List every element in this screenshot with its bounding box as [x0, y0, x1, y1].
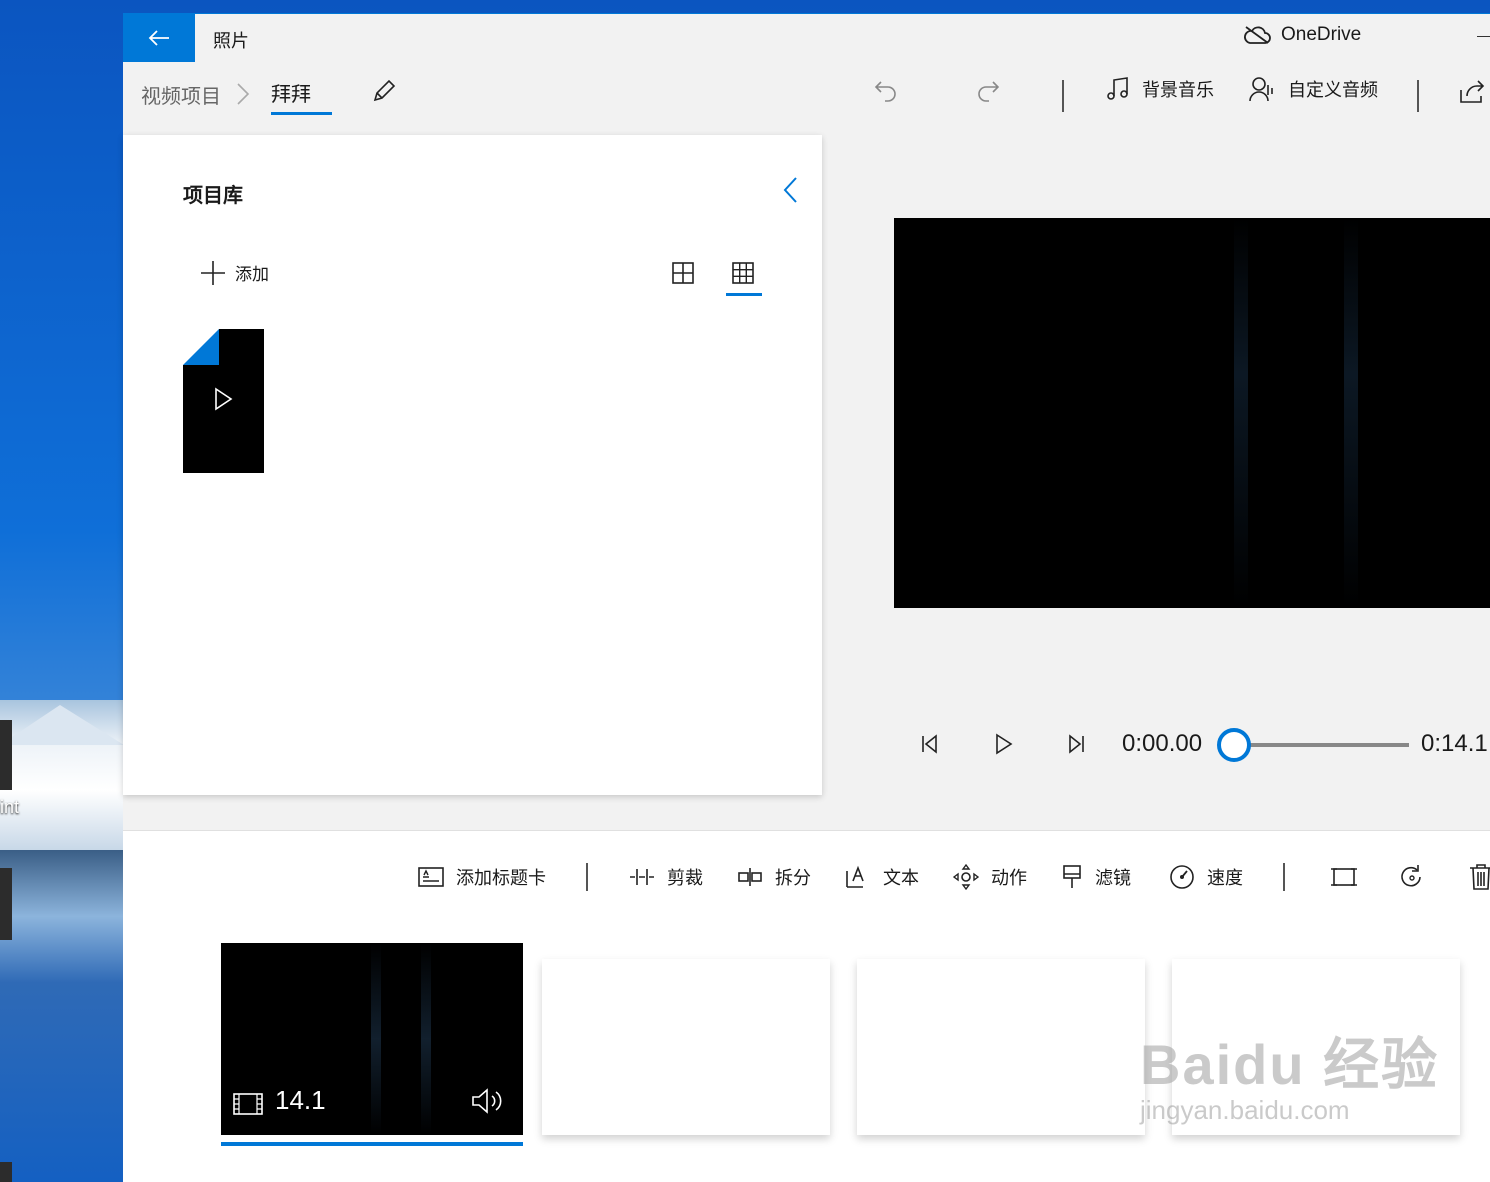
library-media-item[interactable]	[183, 329, 264, 473]
scrubber-track[interactable]	[1234, 743, 1409, 747]
plus-icon	[201, 260, 225, 285]
share-icon[interactable]	[1457, 76, 1487, 106]
current-time: 0:00.00	[1122, 730, 1203, 757]
chevron-right-icon	[237, 83, 250, 105]
minimize-button[interactable]	[1477, 36, 1490, 37]
music-note-icon	[1107, 77, 1128, 100]
pencil-icon	[373, 79, 396, 102]
undo-icon[interactable]	[871, 76, 901, 106]
empty-storyboard-slot[interactable]	[857, 959, 1145, 1135]
large-grid-icon[interactable]	[671, 261, 695, 285]
speedometer-icon	[1170, 865, 1194, 889]
title-card-icon	[418, 867, 444, 887]
filters-button[interactable]: 滤镜	[1061, 857, 1131, 897]
back-button[interactable]	[123, 14, 195, 62]
project-library-panel: 项目库 添加	[123, 135, 822, 795]
desktop-icon-edge[interactable]	[0, 868, 12, 940]
desktop-mountain	[0, 705, 124, 745]
speed-label: 速度	[1207, 868, 1243, 889]
clip-frame-detail	[421, 943, 431, 1135]
project-toolbar: 视频项目 拜拜 背景音乐 自定义音频	[123, 62, 1490, 134]
split-label: 拆分	[775, 868, 811, 889]
clip-duration: 14.1	[275, 1085, 326, 1115]
text-label: 文本	[883, 868, 919, 889]
storyboard-clip[interactable]: 14.1	[221, 943, 523, 1135]
split-button[interactable]: 拆分	[737, 857, 811, 897]
motion-button[interactable]: 动作	[953, 857, 1027, 897]
total-time: 0:14.1	[1421, 730, 1488, 757]
resize-icon[interactable]	[1330, 863, 1358, 891]
breadcrumb-underline	[271, 112, 332, 115]
app-title: 照片	[213, 31, 249, 52]
desktop-lake	[0, 850, 124, 1182]
toolbar-divider	[1062, 80, 1064, 112]
video-preview[interactable]	[894, 218, 1490, 608]
storyboard-toolbar: 添加标题卡 剪裁 拆分 文本 动作 滤镜 速度	[123, 857, 1490, 897]
breadcrumb-root[interactable]: 视频项目	[141, 80, 221, 109]
scrubber-thumb[interactable]	[1217, 728, 1251, 762]
title-bar: 照片 OneDrive	[123, 14, 1490, 62]
trim-icon	[630, 869, 654, 885]
storyboard-divider	[586, 863, 588, 891]
add-title-card-button[interactable]: 添加标题卡	[418, 857, 546, 897]
motion-label: 动作	[991, 868, 1027, 889]
watermark-logo: Baidu 经验	[1140, 1033, 1440, 1096]
redo-icon[interactable]	[973, 76, 1003, 106]
previous-frame-icon[interactable]	[920, 734, 940, 754]
storyboard-divider	[1283, 863, 1285, 891]
volume-icon[interactable]	[471, 1087, 505, 1115]
chevron-left-icon[interactable]	[779, 175, 803, 205]
text-button[interactable]: 文本	[845, 857, 919, 897]
preview-frame-detail	[1344, 218, 1358, 608]
next-frame-icon[interactable]	[1066, 734, 1086, 754]
motion-icon	[953, 864, 979, 890]
paint-brush-icon	[1063, 865, 1081, 888]
back-arrow-icon	[148, 30, 169, 46]
rotate-icon[interactable]	[1398, 863, 1426, 891]
add-media-label: 添加	[235, 265, 269, 285]
desktop-icon-label[interactable]: int	[0, 797, 19, 818]
breadcrumb-current: 拜拜	[271, 82, 311, 106]
film-icon	[233, 1093, 263, 1115]
view-selected-indicator	[726, 293, 762, 296]
clip-selected-indicator	[221, 1142, 523, 1146]
onedrive-status[interactable]: OneDrive	[1243, 24, 1361, 46]
media-added-corner	[183, 329, 219, 365]
clip-frame-detail	[371, 943, 381, 1135]
custom-audio-label: 自定义音频	[1288, 80, 1378, 101]
desktop-icon-edge[interactable]	[0, 720, 12, 790]
add-media-button[interactable]: 添加	[201, 260, 269, 285]
empty-storyboard-slot[interactable]	[542, 959, 830, 1135]
trim-label: 剪裁	[667, 868, 703, 889]
playback-controls: 0:00.00 0:14.1	[894, 714, 1490, 774]
add-title-card-label: 添加标题卡	[456, 868, 546, 889]
background-music-button[interactable]: 背景音乐	[1106, 76, 1214, 102]
preview-frame-detail	[1234, 218, 1248, 608]
trim-button[interactable]: 剪裁	[629, 857, 703, 897]
speed-button[interactable]: 速度	[1169, 857, 1243, 897]
toolbar-divider	[1417, 80, 1419, 112]
filters-label: 滤镜	[1095, 868, 1131, 889]
delete-icon[interactable]	[1467, 863, 1490, 891]
desktop-icon-edge[interactable]	[0, 1162, 12, 1182]
split-icon	[738, 868, 762, 886]
rename-button[interactable]	[369, 76, 399, 106]
cloud-offline-icon	[1244, 26, 1271, 44]
person-audio-icon	[1249, 77, 1273, 102]
small-grid-icon[interactable]	[731, 261, 755, 285]
onedrive-label: OneDrive	[1281, 24, 1362, 45]
baidu-watermark: Baidu 经验 jingyan.baidu.com	[1140, 1020, 1439, 1126]
text-icon	[846, 865, 864, 888]
library-title: 项目库	[183, 183, 243, 207]
photos-app-window: 照片 OneDrive 视频项目 拜拜 背景音乐 自定义音频 项目库 添加 0:…	[123, 13, 1490, 1182]
storyboard: 添加标题卡 剪裁 拆分 文本 动作 滤镜 速度 14.1	[123, 830, 1490, 1182]
play-icon[interactable]	[994, 733, 1014, 755]
background-music-label: 背景音乐	[1142, 80, 1214, 101]
play-icon	[215, 387, 233, 411]
custom-audio-button[interactable]: 自定义音频	[1248, 76, 1378, 102]
